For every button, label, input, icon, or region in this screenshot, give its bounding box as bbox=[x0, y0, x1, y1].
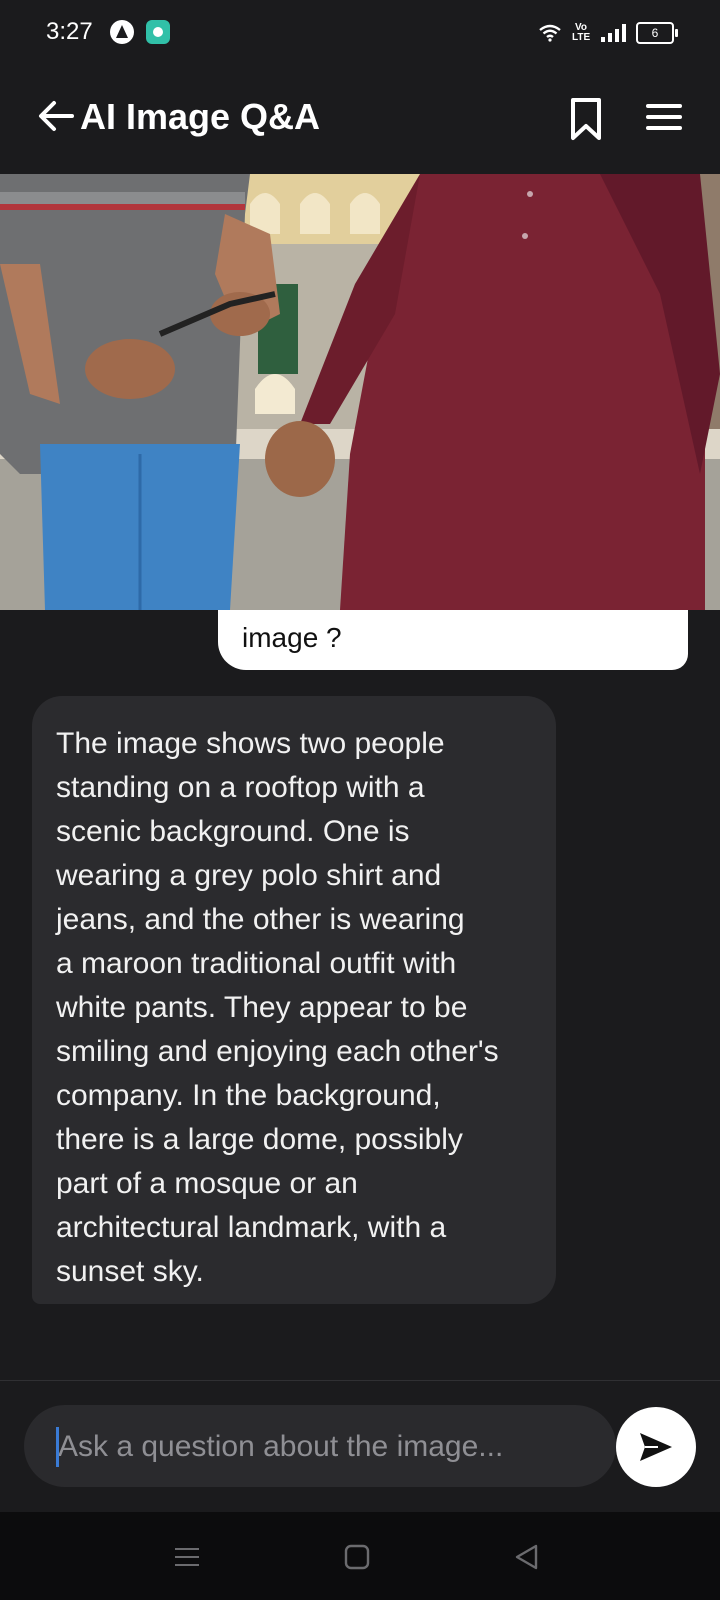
ai-message-text: The image shows two people standing on a… bbox=[56, 727, 499, 1288]
arrow-left-icon bbox=[39, 101, 74, 131]
hamburger-menu-icon bbox=[646, 104, 682, 130]
status-icons: Vo LTE 6 bbox=[538, 18, 678, 48]
notification-app-icon-2 bbox=[146, 20, 170, 44]
text-cursor bbox=[56, 1427, 59, 1467]
uploaded-image bbox=[0, 174, 720, 610]
signal-icon bbox=[601, 24, 626, 42]
bookmark-icon bbox=[571, 98, 601, 140]
question-input-container[interactable] bbox=[24, 1405, 616, 1489]
home-icon bbox=[344, 1544, 370, 1570]
app-bar: AI Image Q&A bbox=[0, 66, 720, 174]
recent-apps-button[interactable] bbox=[172, 1542, 202, 1572]
question-input[interactable] bbox=[56, 1405, 600, 1489]
page-title: AI Image Q&A bbox=[80, 96, 321, 137]
user-message-text: image ? bbox=[242, 622, 342, 653]
volte-indicator: Vo LTE bbox=[572, 22, 591, 43]
send-button[interactable] bbox=[616, 1407, 696, 1487]
back-nav-button[interactable] bbox=[512, 1542, 542, 1572]
triangle-back-icon bbox=[515, 1544, 538, 1570]
back-button[interactable] bbox=[34, 94, 78, 138]
user-message-bubble: image ? bbox=[218, 610, 688, 670]
send-icon bbox=[640, 1433, 672, 1461]
status-bar: 3:27 Vo LTE 6 bbox=[0, 0, 720, 66]
ai-message-bubble: The image shows two people standing on a… bbox=[32, 696, 556, 1304]
status-time: 3:27 bbox=[46, 18, 93, 45]
composer-bar bbox=[0, 1380, 720, 1513]
menu-button[interactable] bbox=[644, 100, 684, 134]
wifi-icon bbox=[539, 24, 561, 42]
notification-app-icon bbox=[110, 20, 134, 44]
home-button[interactable] bbox=[342, 1542, 372, 1572]
recent-apps-icon bbox=[175, 1548, 199, 1566]
battery-icon: 6 bbox=[636, 22, 678, 44]
system-navigation-bar bbox=[0, 1512, 720, 1600]
chat-thread: image ? The image shows two people stand… bbox=[0, 610, 720, 1380]
bookmark-button[interactable] bbox=[568, 96, 604, 142]
